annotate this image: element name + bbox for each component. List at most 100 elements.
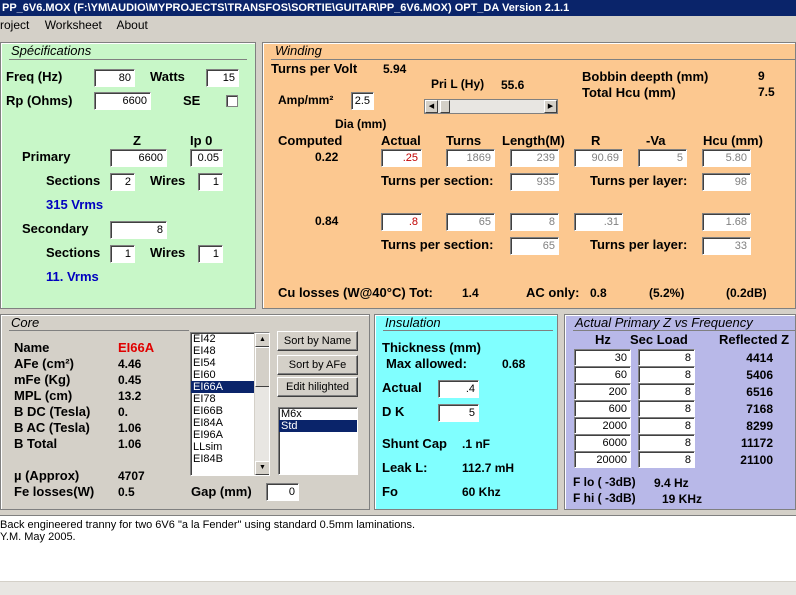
bobbin-label: Bobbin deepth (mm): [582, 69, 709, 84]
freq-load-input[interactable]: 8: [638, 366, 695, 383]
scroll-up-arrow[interactable]: ▲: [255, 333, 269, 347]
notes-area[interactable]: Back engineered tranny for two 6V6 "a la…: [0, 515, 796, 581]
freq-hz-input[interactable]: 6000: [574, 434, 631, 451]
bdc-label: B DC (Tesla): [14, 404, 91, 419]
culoss-label: Cu losses (W@40°C) Tot:: [278, 285, 433, 300]
hcu-header: Hcu (mm): [703, 133, 763, 148]
primary-actual-dia-input[interactable]: .25: [381, 149, 422, 167]
flo-label: F lo ( -3dB): [573, 475, 636, 489]
freq-hz-input[interactable]: 200: [574, 383, 631, 400]
aconly-db: (0.2dB): [726, 286, 767, 300]
hcu-total-value: 7.5: [758, 85, 775, 99]
leak-l-value: 112.7 mH: [462, 461, 515, 475]
freq-load-input[interactable]: 8: [638, 383, 695, 400]
va-header: -Va: [646, 133, 666, 148]
culoss-value: 1.4: [462, 286, 479, 300]
primary-wires-label: Wires: [150, 173, 186, 188]
freq-hz-input[interactable]: 600: [574, 400, 631, 417]
primary-vrms: 315 Vrms: [46, 197, 104, 212]
horizontal-scrollbar[interactable]: [0, 581, 796, 595]
secondary-tps: 65: [510, 237, 559, 255]
feloss-value: 0.5: [118, 485, 135, 499]
primary-tps-label: Turns per section:: [381, 173, 494, 188]
freq-hz-input[interactable]: 20000: [574, 451, 631, 468]
fhi-label: F hi ( -3dB): [573, 491, 636, 505]
z-header: Z: [133, 133, 141, 148]
se-checkbox[interactable]: [226, 95, 238, 107]
aconly-value: 0.8: [590, 286, 607, 300]
secondary-resistance: .31: [574, 213, 623, 231]
primary-wires-input[interactable]: 1: [198, 173, 223, 191]
freq-load-input[interactable]: 8: [638, 417, 695, 434]
amp-input[interactable]: 2.5: [351, 92, 374, 110]
primary-hcu: 5.80: [702, 149, 751, 167]
freq-load-input[interactable]: 8: [638, 400, 695, 417]
freq-load-input[interactable]: 8: [638, 451, 695, 468]
actual-thickness-input[interactable]: .4: [438, 380, 479, 398]
sec-load-header: Sec Load: [630, 332, 688, 347]
grade-list[interactable]: M6x Std: [278, 407, 358, 475]
scroll-down-arrow[interactable]: ▼: [255, 461, 269, 475]
secondary-actual-dia-input[interactable]: .8: [381, 213, 422, 231]
freq-hz-input[interactable]: 2000: [574, 417, 631, 434]
gap-input[interactable]: 0: [266, 483, 299, 501]
grade-list-item[interactable]: M6x: [279, 408, 357, 420]
core-list[interactable]: EI42 EI48 EI54 EI60 EI66A EI78 EI66B EI8…: [190, 332, 270, 476]
fo-value: 60 Khz: [462, 485, 501, 499]
gap-label: Gap (mm): [191, 484, 252, 499]
primary-sections-input[interactable]: 2: [110, 173, 135, 191]
freq-hz-input[interactable]: 60: [574, 366, 631, 383]
fo-label: Fo: [382, 484, 398, 499]
amp-slider[interactable]: ◀ ▶: [424, 99, 558, 114]
sort-by-afe-button[interactable]: Sort by AFe: [277, 355, 358, 375]
secondary-z-input[interactable]: 8: [110, 221, 167, 239]
pril-label: Pri L (Hy): [431, 77, 485, 91]
menu-about[interactable]: About: [117, 18, 148, 32]
secondary-wires-label: Wires: [150, 245, 186, 260]
slider-left-arrow[interactable]: ◀: [425, 100, 438, 113]
secondary-computed-dia: 0.84: [315, 214, 339, 228]
bac-label: B AC (Tesla): [14, 420, 90, 435]
max-allowed-label: Max allowed:: [386, 356, 467, 371]
bac-value: 1.06: [118, 421, 142, 435]
primary-turns: 1869: [446, 149, 495, 167]
specifications-panel: Spécifications Freq (Hz) 80 Watts 15 Rp …: [0, 42, 256, 309]
core-title: Core: [11, 315, 40, 330]
primary-tps: 935: [510, 173, 559, 191]
secondary-wires-input[interactable]: 1: [198, 245, 223, 263]
notes-line-2: Y.M. May 2005.: [0, 531, 76, 543]
specifications-title: Spécifications: [11, 43, 92, 58]
actual-thickness-label: Actual: [382, 380, 422, 395]
freq-input[interactable]: 80: [94, 69, 135, 87]
afe-label: AFe (cm²): [14, 356, 74, 371]
secondary-vrms: 11. Vrms: [46, 269, 99, 284]
watts-input[interactable]: 15: [206, 69, 239, 87]
core-list-scrollbar[interactable]: ▲ ▼: [254, 333, 269, 475]
edit-hilighted-button[interactable]: Edit hilighted: [277, 377, 358, 397]
menu-worksheet[interactable]: Worksheet: [45, 18, 102, 32]
freq-load-input[interactable]: 8: [638, 434, 695, 451]
slider-right-arrow[interactable]: ▶: [544, 100, 557, 113]
slider-thumb[interactable]: [439, 100, 450, 113]
rp-input[interactable]: 6600: [94, 92, 151, 110]
dk-input[interactable]: 5: [438, 404, 479, 422]
menu-bar: roject Worksheet About: [0, 16, 796, 34]
primary-ip0-input[interactable]: 0.05: [190, 149, 223, 167]
primary-z-input[interactable]: 6600: [110, 149, 167, 167]
primary-tpl: 98: [702, 173, 751, 191]
secondary-sections-input[interactable]: 1: [110, 245, 135, 263]
freq-load-input[interactable]: 8: [638, 349, 695, 366]
fhi-value: 19 KHz: [662, 492, 703, 506]
freq-hz-input[interactable]: 30: [574, 349, 631, 366]
primary-tpl-label: Turns per layer:: [590, 173, 688, 188]
aconly-percent: (5.2%): [649, 286, 685, 300]
primary-computed-dia: 0.22: [315, 150, 339, 164]
primary-resistance: 90.69: [574, 149, 623, 167]
mu-label: µ (Approx): [14, 468, 80, 483]
menu-project[interactable]: roject: [0, 18, 29, 32]
insulation-title: Insulation: [385, 315, 441, 330]
mpl-value: 13.2: [118, 389, 142, 403]
scroll-thumb[interactable]: [255, 347, 269, 387]
grade-list-item-selected[interactable]: Std: [279, 420, 357, 432]
sort-by-name-button[interactable]: Sort by Name: [277, 331, 358, 351]
